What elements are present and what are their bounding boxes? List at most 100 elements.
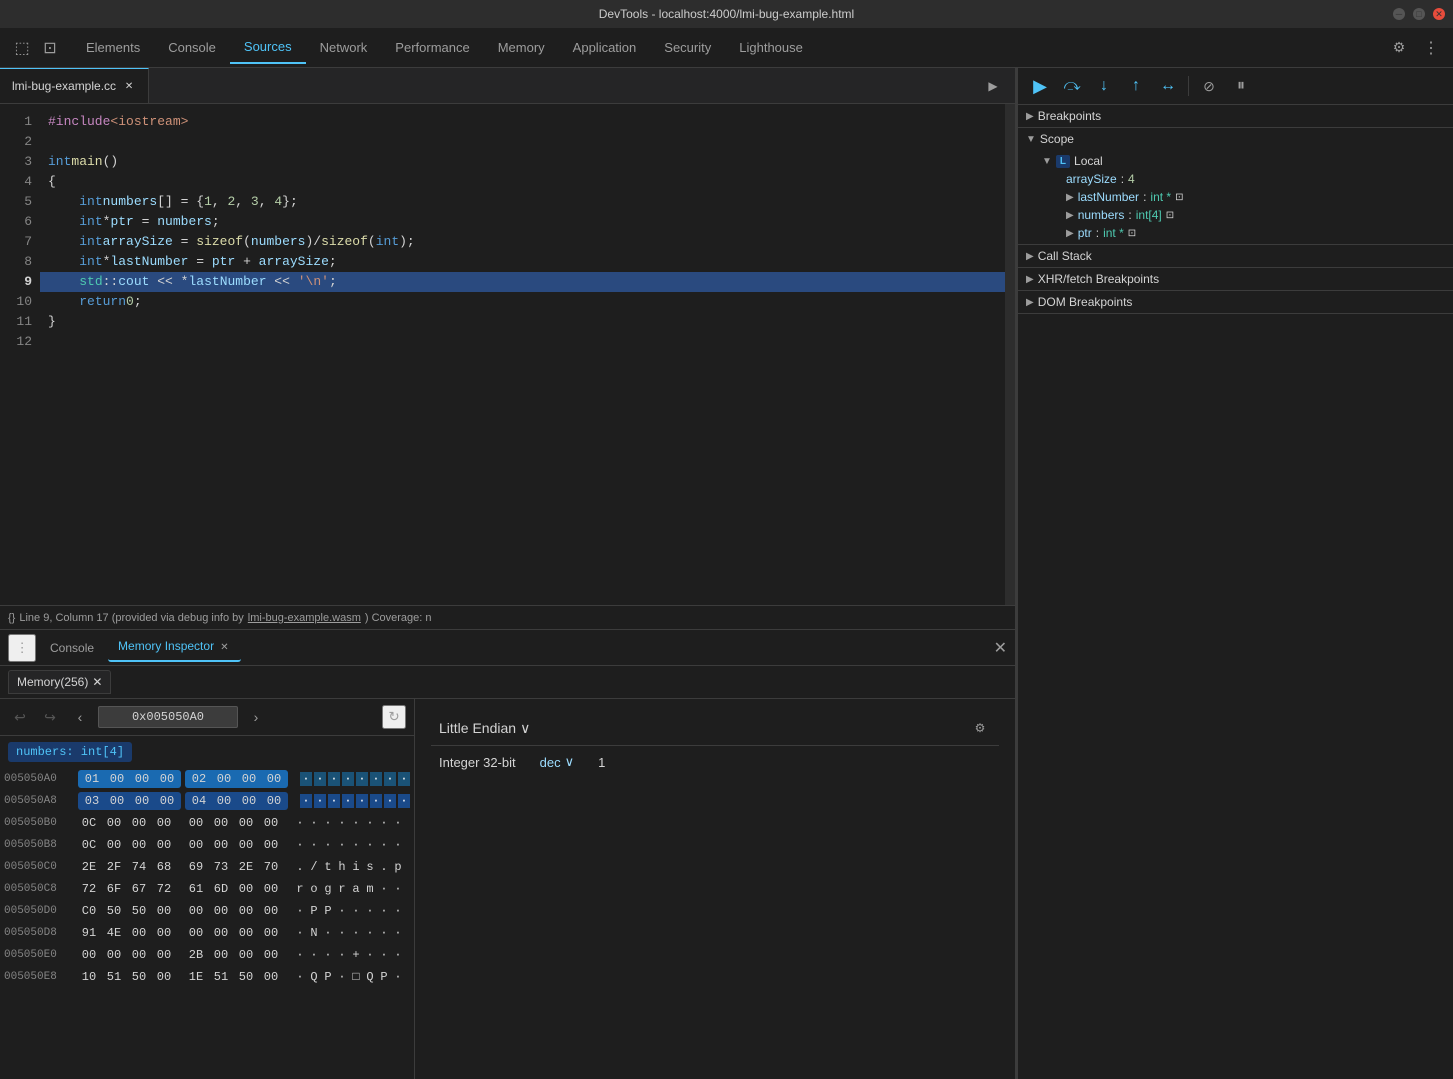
hex-byte[interactable]: 2F <box>103 859 125 875</box>
hex-byte[interactable]: 00 <box>156 793 178 809</box>
hex-byte[interactable]: 00 <box>235 881 257 897</box>
hex-bytes-b-1[interactable]: 04 00 00 00 <box>185 792 288 810</box>
hex-byte[interactable]: 70 <box>260 859 282 875</box>
hex-byte[interactable]: 00 <box>156 771 178 787</box>
close-button[interactable]: ✕ <box>1433 8 1445 20</box>
hex-byte[interactable]: 00 <box>235 815 257 831</box>
more-options-icon-button[interactable]: ⋮ <box>1417 34 1445 62</box>
hex-byte[interactable]: 51 <box>210 969 232 985</box>
hex-byte[interactable]: 00 <box>103 837 125 853</box>
hex-byte[interactable]: 73 <box>210 859 232 875</box>
hex-byte[interactable]: 50 <box>128 903 150 919</box>
resume-button[interactable]: ▶ <box>1026 72 1054 100</box>
hex-byte[interactable]: 6F <box>103 881 125 897</box>
hex-byte[interactable]: 72 <box>78 881 100 897</box>
hex-byte[interactable]: 72 <box>153 881 175 897</box>
hex-byte[interactable]: 50 <box>103 903 125 919</box>
tab-memory[interactable]: Memory <box>484 32 559 63</box>
hex-byte[interactable]: C0 <box>78 903 100 919</box>
hex-byte[interactable]: 00 <box>210 925 232 941</box>
hex-byte[interactable]: 91 <box>78 925 100 941</box>
hex-bytes-a-1[interactable]: 03 00 00 00 <box>78 792 181 810</box>
hex-byte[interactable]: 00 <box>260 947 282 963</box>
hex-byte[interactable]: 00 <box>106 771 128 787</box>
hex-byte[interactable]: 00 <box>106 793 128 809</box>
hex-byte[interactable]: 00 <box>210 815 232 831</box>
hex-byte[interactable]: 00 <box>260 837 282 853</box>
hex-byte[interactable]: 69 <box>185 859 207 875</box>
editor-scrollbar[interactable] <box>1005 104 1015 605</box>
tab-sources[interactable]: Sources <box>230 31 306 64</box>
hex-byte[interactable]: 00 <box>235 947 257 963</box>
hex-byte[interactable]: 00 <box>210 903 232 919</box>
hex-byte[interactable]: 00 <box>185 903 207 919</box>
hex-byte[interactable]: 00 <box>153 815 175 831</box>
hex-byte[interactable]: 00 <box>128 925 150 941</box>
memory-256-tab[interactable]: Memory(256) ✕ <box>8 670 111 694</box>
editor-play-icon[interactable]: ▶ <box>979 72 1007 100</box>
hex-byte[interactable]: 00 <box>213 793 235 809</box>
hex-byte[interactable]: 03 <box>81 793 103 809</box>
tab-memory-inspector[interactable]: Memory Inspector ✕ <box>108 633 241 663</box>
tab-application[interactable]: Application <box>559 32 651 63</box>
hex-byte[interactable]: 00 <box>153 969 175 985</box>
hex-byte[interactable]: 00 <box>128 947 150 963</box>
hex-byte[interactable]: 04 <box>188 793 210 809</box>
hex-byte[interactable]: 02 <box>188 771 210 787</box>
hex-byte[interactable]: 00 <box>210 837 232 853</box>
memory-refresh-icon[interactable]: ↻ <box>382 705 406 729</box>
memory-inspector-close-icon[interactable]: ✕ <box>217 640 231 654</box>
deactivate-breakpoints-button[interactable]: ⊘ <box>1195 72 1223 100</box>
hex-byte[interactable]: 00 <box>103 815 125 831</box>
hex-bytes-b-0[interactable]: 02 00 00 00 <box>185 770 288 788</box>
hex-byte[interactable]: 00 <box>210 947 232 963</box>
hex-byte[interactable]: 00 <box>128 815 150 831</box>
memory-address-input[interactable] <box>98 706 238 728</box>
device-icon-button[interactable]: ⊡ <box>36 34 64 62</box>
hex-byte[interactable]: 0C <box>78 815 100 831</box>
editor-tab-file[interactable]: lmi-bug-example.cc ✕ <box>0 68 149 103</box>
hex-byte[interactable]: 00 <box>153 837 175 853</box>
memory-next-button[interactable]: › <box>244 705 268 729</box>
maximize-button[interactable]: □ <box>1413 8 1425 20</box>
hex-byte[interactable]: 00 <box>260 969 282 985</box>
tab-network[interactable]: Network <box>306 32 382 63</box>
step-out-button[interactable]: ↑ <box>1122 72 1150 100</box>
scope-arraysize-item[interactable]: arraySize : 4 <box>1034 170 1453 188</box>
hex-byte[interactable]: 00 <box>235 837 257 853</box>
hex-byte[interactable]: 00 <box>235 925 257 941</box>
cursor-icon-button[interactable]: ⬚ <box>8 34 36 62</box>
hex-byte[interactable]: 01 <box>81 771 103 787</box>
hex-byte[interactable]: 68 <box>153 859 175 875</box>
hex-byte[interactable]: 00 <box>263 771 285 787</box>
hex-byte[interactable]: 00 <box>260 815 282 831</box>
hex-byte[interactable]: 00 <box>185 815 207 831</box>
scope-header[interactable]: ▼ Scope <box>1018 128 1453 150</box>
hex-byte[interactable]: 2E <box>235 859 257 875</box>
scope-ptr-item[interactable]: ▶ ptr : int * ⊡ <box>1034 224 1453 242</box>
pause-on-exception-button[interactable]: ⏸ <box>1227 72 1255 100</box>
hex-byte[interactable]: 00 <box>235 903 257 919</box>
memory-prev-button[interactable]: ‹ <box>68 705 92 729</box>
dom-header[interactable]: ▶ DOM Breakpoints <box>1018 291 1453 313</box>
breakpoints-header[interactable]: ▶ Breakpoints <box>1018 105 1453 127</box>
hex-byte[interactable]: 00 <box>238 771 260 787</box>
step-into-button[interactable]: ↓ <box>1090 72 1118 100</box>
int32-format-select[interactable]: dec ∨ <box>540 754 574 770</box>
hex-byte[interactable]: 00 <box>263 793 285 809</box>
tab-console[interactable]: Console <box>154 32 230 63</box>
xhr-header[interactable]: ▶ XHR/fetch Breakpoints <box>1018 268 1453 290</box>
hex-byte[interactable]: 00 <box>128 837 150 853</box>
hex-byte[interactable]: 51 <box>103 969 125 985</box>
hex-byte[interactable]: 00 <box>131 771 153 787</box>
settings-icon-button[interactable]: ⚙ <box>1385 34 1413 62</box>
call-stack-header[interactable]: ▶ Call Stack <box>1018 245 1453 267</box>
hex-byte[interactable]: 4E <box>103 925 125 941</box>
scope-local-item[interactable]: ▼ L Local <box>1034 152 1453 170</box>
tab-lighthouse[interactable]: Lighthouse <box>725 32 817 63</box>
hex-byte[interactable]: 00 <box>153 903 175 919</box>
editor-tab-close-icon[interactable]: ✕ <box>122 79 136 93</box>
hex-byte[interactable]: 61 <box>185 881 207 897</box>
hex-bytes-a-0[interactable]: 01 00 00 00 <box>78 770 181 788</box>
hex-byte[interactable]: 00 <box>260 925 282 941</box>
